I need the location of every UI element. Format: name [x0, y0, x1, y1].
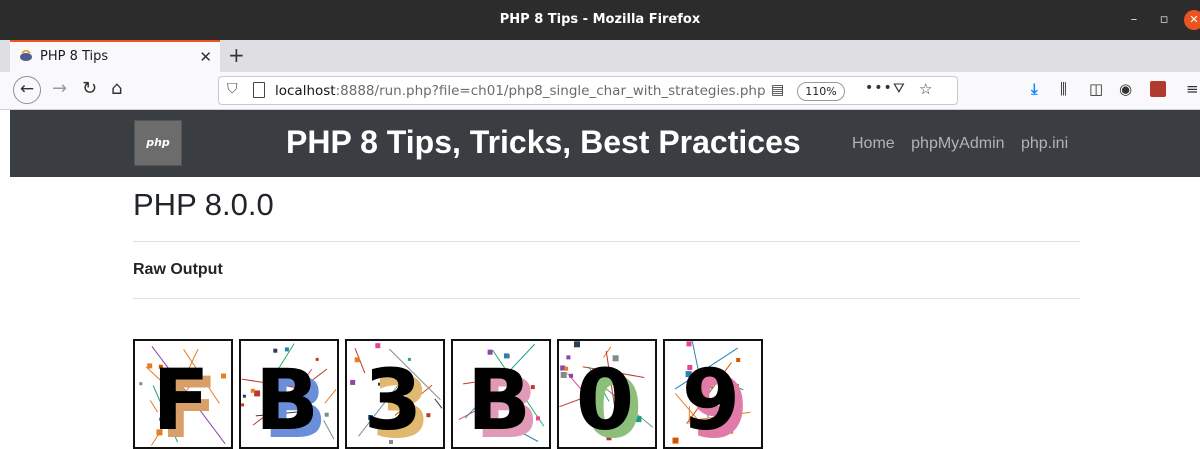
tab-strip: PHP 8 Tips ✕ +	[0, 40, 1200, 72]
captcha-char-image: 00	[557, 339, 657, 449]
captcha-noise-square	[375, 343, 380, 348]
minimize-icon[interactable]: –	[1124, 10, 1144, 30]
download-icon[interactable]: ⤓	[1031, 80, 1038, 98]
url-host: localhost	[275, 83, 336, 99]
page-info-icon[interactable]	[253, 82, 265, 98]
captcha-char-glyph: F	[152, 351, 209, 447]
tab-label: PHP 8 Tips	[40, 49, 108, 64]
new-tab-icon[interactable]: +	[228, 43, 245, 67]
url-text[interactable]: localhost:8888/run.php?file=ch01/php8_si…	[275, 83, 766, 99]
captcha-char-image: 99	[663, 339, 763, 449]
site-nav: Home phpMyAdmin php.ini	[852, 135, 1080, 153]
captcha-noise-square	[564, 367, 568, 371]
captcha-noise-square	[561, 372, 567, 378]
forward-arrow-icon[interactable]: →	[52, 78, 67, 99]
captcha-char-glyph: B	[255, 351, 319, 447]
captcha-noise-square	[243, 395, 246, 398]
sidebar-icon[interactable]: ◫	[1089, 80, 1103, 98]
nav-link-home[interactable]: Home	[852, 135, 895, 152]
captcha-char-glyph: 3	[364, 351, 422, 447]
reload-icon[interactable]: ↻	[82, 78, 97, 99]
bookmark-star-icon[interactable]: ☆	[919, 80, 932, 98]
window-titlebar: PHP 8 Tips - Mozilla Firefox – ▫ ✕	[0, 0, 1200, 40]
home-icon[interactable]: ⌂	[111, 78, 122, 99]
captcha-noise-square	[350, 380, 355, 385]
nav-toolbar: ← → ↻ ⌂ ⛉ localhost:8888/run.php?file=ch…	[0, 72, 1200, 110]
close-window-icon[interactable]: ✕	[1184, 10, 1200, 30]
captcha-char-image: 33	[345, 339, 445, 449]
nav-link-php-ini[interactable]: php.ini	[1021, 135, 1068, 152]
site-title[interactable]: PHP 8 Tips, Tricks, Best Practices	[286, 124, 801, 161]
zoom-level-badge[interactable]: 110%	[797, 82, 845, 101]
php-version-heading: PHP 8.0.0	[133, 187, 274, 223]
account-icon[interactable]: ◉	[1119, 80, 1132, 98]
hamburger-menu-icon[interactable]: ≡	[1186, 80, 1199, 98]
extension-icon[interactable]	[1150, 81, 1166, 97]
more-icon[interactable]: •••	[865, 80, 893, 96]
divider	[133, 298, 1080, 299]
captcha-noise-square	[355, 357, 360, 362]
php-logo[interactable]: php	[134, 120, 182, 166]
captcha-noise-square	[221, 374, 226, 379]
captcha-char-image: BB	[451, 339, 551, 449]
captcha-noise-square	[574, 341, 580, 347]
library-icon[interactable]: ⫼	[1060, 80, 1067, 98]
captcha-char-image: FF	[133, 339, 233, 449]
captcha-noise-line	[435, 399, 442, 409]
back-arrow-icon[interactable]: ←	[13, 76, 41, 104]
captcha-char-glyph: 0	[576, 351, 634, 447]
address-bar[interactable]: ⛉ localhost:8888/run.php?file=ch01/php8_…	[218, 76, 958, 105]
tab-php8-tips[interactable]: PHP 8 Tips ✕	[10, 40, 220, 72]
shield-icon[interactable]: ⛉	[227, 81, 238, 97]
window-title: PHP 8 Tips - Mozilla Firefox	[0, 12, 1200, 27]
captcha-noise-square	[673, 438, 679, 444]
pocket-icon[interactable]: ⛛	[893, 81, 905, 97]
divider	[133, 241, 1080, 242]
raw-output-label: Raw Output	[133, 261, 223, 279]
captcha-char-glyph: 9	[682, 351, 740, 447]
captcha-noise-square	[241, 403, 244, 406]
url-path: :8888/run.php?file=ch01/php8_single_char…	[336, 83, 766, 99]
site-header: php PHP 8 Tips, Tricks, Best Practices H…	[10, 110, 1200, 177]
captcha-noise-square	[569, 374, 573, 378]
tab-close-icon[interactable]: ✕	[199, 48, 212, 66]
reader-view-icon[interactable]: ▤	[771, 82, 784, 98]
logo-text: php	[146, 136, 170, 149]
nav-link-phpmyadmin[interactable]: phpMyAdmin	[911, 135, 1004, 152]
captcha-noise-square	[139, 382, 142, 385]
captcha-char-glyph: B	[467, 351, 531, 447]
php-favicon-icon	[19, 50, 33, 62]
captcha-noise-square	[566, 355, 570, 359]
captcha-noise-square	[687, 341, 692, 346]
maximize-icon[interactable]: ▫	[1154, 10, 1174, 30]
captcha-char-image: BB	[239, 339, 339, 449]
